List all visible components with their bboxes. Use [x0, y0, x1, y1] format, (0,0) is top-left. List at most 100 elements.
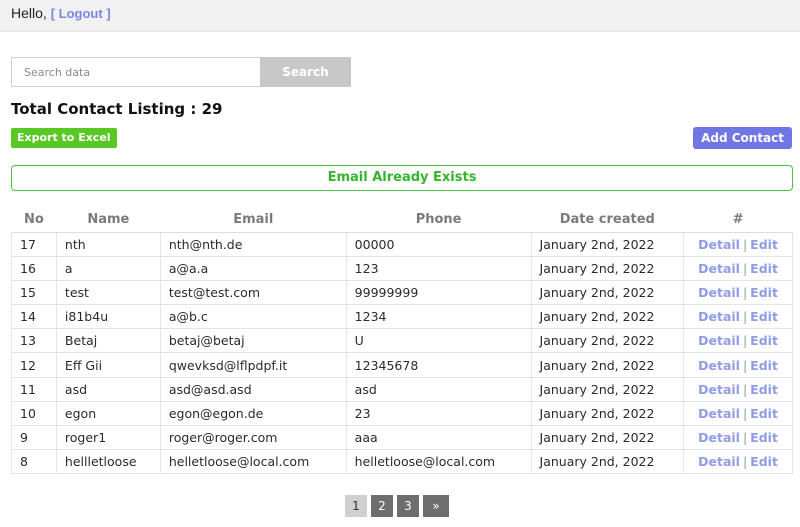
action-separator: | [742, 405, 748, 421]
action-separator: | [742, 309, 748, 325]
cell-date: January 2nd, 2022 [530, 352, 685, 378]
cell-name: asd [55, 376, 161, 402]
search-button[interactable]: Search [260, 57, 351, 87]
cell-email: qwevksd@lflpdpf.it [159, 352, 347, 378]
edit-link[interactable]: Edit [750, 261, 778, 276]
next-page-button[interactable]: » [423, 495, 449, 517]
table-row: 12 Eff Gii qwevksd@lflpdpf.it 12345678 Janua… [11, 352, 793, 378]
total-contact-listing: Total Contact Listing : 29 [11, 100, 223, 118]
cell-email: test@test.com [159, 279, 347, 306]
action-separator: | [742, 284, 748, 300]
cell-email: a@a.a [159, 255, 347, 281]
table-row: 16 a a@a.a 123 January 2nd, 2022 Detail | Edit [11, 255, 793, 281]
cell-no: 15 [11, 279, 57, 306]
table-row: 10 egon egon@egon.de 23 January 2nd, 2022 Det… [11, 400, 793, 427]
detail-link[interactable]: Detail [698, 382, 740, 397]
detail-link[interactable]: Detail [698, 237, 740, 252]
page-button-2[interactable]: 2 [371, 495, 393, 517]
page-button-3[interactable]: 3 [397, 495, 419, 517]
add-contact-button[interactable]: Add Contact [693, 127, 792, 149]
cell-actions: Detail | Edit [683, 400, 793, 427]
edit-link[interactable]: Edit [750, 430, 778, 445]
cell-actions: Detail | Edit [683, 449, 793, 475]
detail-link[interactable]: Detail [698, 309, 740, 324]
action-separator: | [742, 357, 748, 373]
action-separator: | [742, 236, 748, 252]
edit-link[interactable]: Edit [750, 454, 778, 469]
header-actions: # [683, 207, 793, 233]
cell-actions: Detail | Edit [683, 304, 793, 330]
edit-link[interactable]: Edit [750, 358, 778, 373]
detail-link[interactable]: Detail [698, 454, 740, 469]
cell-phone: 1234 [345, 304, 532, 330]
action-separator: | [742, 454, 748, 470]
header-name: Name [56, 207, 161, 233]
table-row: 17 nth nth@nth.de 00000 January 2nd, 2022 Det… [11, 231, 793, 257]
header-date-created: Date created [531, 207, 684, 233]
cell-name: a [55, 255, 161, 281]
cell-email: roger@roger.com [159, 424, 347, 451]
cell-phone: 12345678 [345, 352, 532, 378]
cell-name: egon [55, 400, 161, 427]
detail-link[interactable]: Detail [698, 406, 740, 421]
cell-no: 13 [11, 328, 57, 354]
cell-no: 10 [11, 400, 57, 427]
cell-no: 16 [11, 255, 57, 281]
cell-name: Eff Gii [55, 352, 161, 378]
cell-email: nth@nth.de [159, 231, 347, 257]
contacts-table: No Name Email Phone Date created # 17 nth… [11, 207, 793, 475]
greeting-text: Hello, [11, 5, 47, 21]
alert-email-exists: Email Already Exists [11, 165, 793, 191]
header-phone: Phone [346, 207, 532, 233]
detail-link[interactable]: Detail [698, 430, 740, 445]
action-separator: | [742, 430, 748, 446]
action-separator: | [742, 333, 748, 349]
logout-label: Logout [58, 6, 103, 21]
table-row: 8 hellletloose helletloose@local.com hellet… [11, 449, 793, 475]
edit-link[interactable]: Edit [750, 285, 778, 300]
action-separator: | [742, 381, 748, 397]
action-separator: | [742, 260, 748, 276]
cell-actions: Detail | Edit [683, 376, 793, 402]
page-button-1[interactable]: 1 [345, 495, 367, 517]
cell-phone: U [345, 328, 532, 354]
cell-name: test [55, 279, 161, 306]
cell-phone: 123 [345, 255, 532, 281]
cell-phone: aaa [345, 424, 532, 451]
table-row: 15 test test@test.com 99999999 January 2nd, … [11, 279, 793, 306]
detail-link[interactable]: Detail [698, 285, 740, 300]
top-bar: Hello, [ Logout ] [0, 0, 800, 32]
cell-date: January 2nd, 2022 [530, 255, 685, 281]
search-input[interactable] [11, 57, 260, 87]
edit-link[interactable]: Edit [750, 406, 778, 421]
cell-name: hellletloose [55, 449, 161, 475]
export-to-excel-button[interactable]: Export to Excel [11, 128, 117, 148]
edit-link[interactable]: Edit [750, 237, 778, 252]
cell-no: 8 [11, 449, 57, 475]
detail-link[interactable]: Detail [698, 261, 740, 276]
cell-email: helletloose@local.com [159, 449, 347, 475]
cell-phone: asd [345, 376, 532, 402]
cell-actions: Detail | Edit [683, 424, 793, 451]
table-row: 13 Betaj betaj@betaj U January 2nd, 2022 Deta… [11, 328, 793, 354]
cell-date: January 2nd, 2022 [530, 449, 685, 475]
cell-email: a@b.c [159, 304, 347, 330]
edit-link[interactable]: Edit [750, 309, 778, 324]
cell-date: January 2nd, 2022 [530, 424, 685, 451]
cell-actions: Detail | Edit [683, 328, 793, 354]
detail-link[interactable]: Detail [698, 358, 740, 373]
cell-name: Betaj [55, 328, 161, 354]
cell-date: January 2nd, 2022 [530, 328, 685, 354]
logout-link[interactable]: [ Logout ] [51, 6, 111, 21]
edit-link[interactable]: Edit [750, 333, 778, 348]
cell-phone: 99999999 [345, 279, 532, 306]
header-no: No [11, 207, 57, 233]
detail-link[interactable]: Detail [698, 333, 740, 348]
cell-no: 12 [11, 352, 57, 378]
pagination: 1 2 3» [345, 495, 449, 517]
cell-name: i81b4u [55, 304, 161, 330]
cell-no: 9 [11, 424, 57, 451]
cell-no: 17 [11, 231, 57, 257]
edit-link[interactable]: Edit [750, 382, 778, 397]
cell-no: 11 [11, 376, 57, 402]
